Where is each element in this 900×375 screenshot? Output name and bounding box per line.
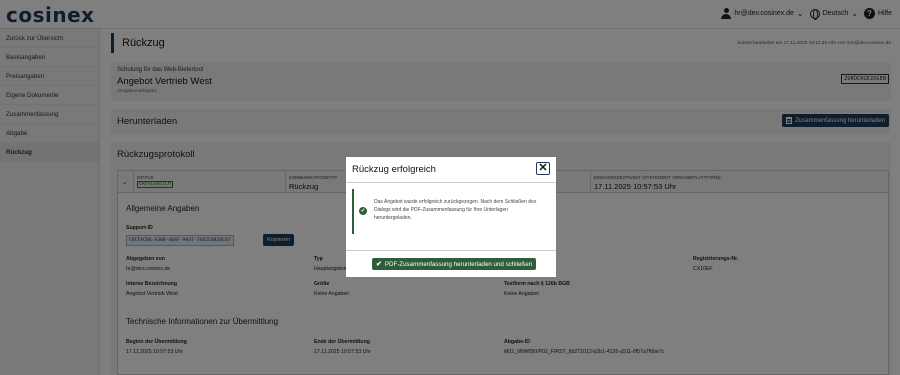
close-icon[interactable]: ✕ (536, 162, 550, 175)
download-and-close-button[interactable]: ✔ PDF-Zusammenfassung herunterladen und … (372, 258, 537, 270)
check-circle-icon: ✔ (359, 207, 367, 215)
download-and-close-label: PDF-Zusammenfassung herunterladen und sc… (384, 260, 533, 268)
success-message-text: Das Angebot wurde erfolgreich zurückgezo… (374, 199, 537, 221)
dialog-divider (346, 182, 556, 183)
success-message: ✔ Das Angebot wurde erfolgreich zurückge… (352, 189, 550, 234)
check-icon: ✔ (376, 261, 382, 268)
dialog-divider (346, 250, 556, 251)
success-dialog: Rückzug erfolgreich ✕ ✔ Das Angebot wurd… (346, 157, 556, 277)
dialog-title: Rückzug erfolgreich (352, 164, 436, 175)
